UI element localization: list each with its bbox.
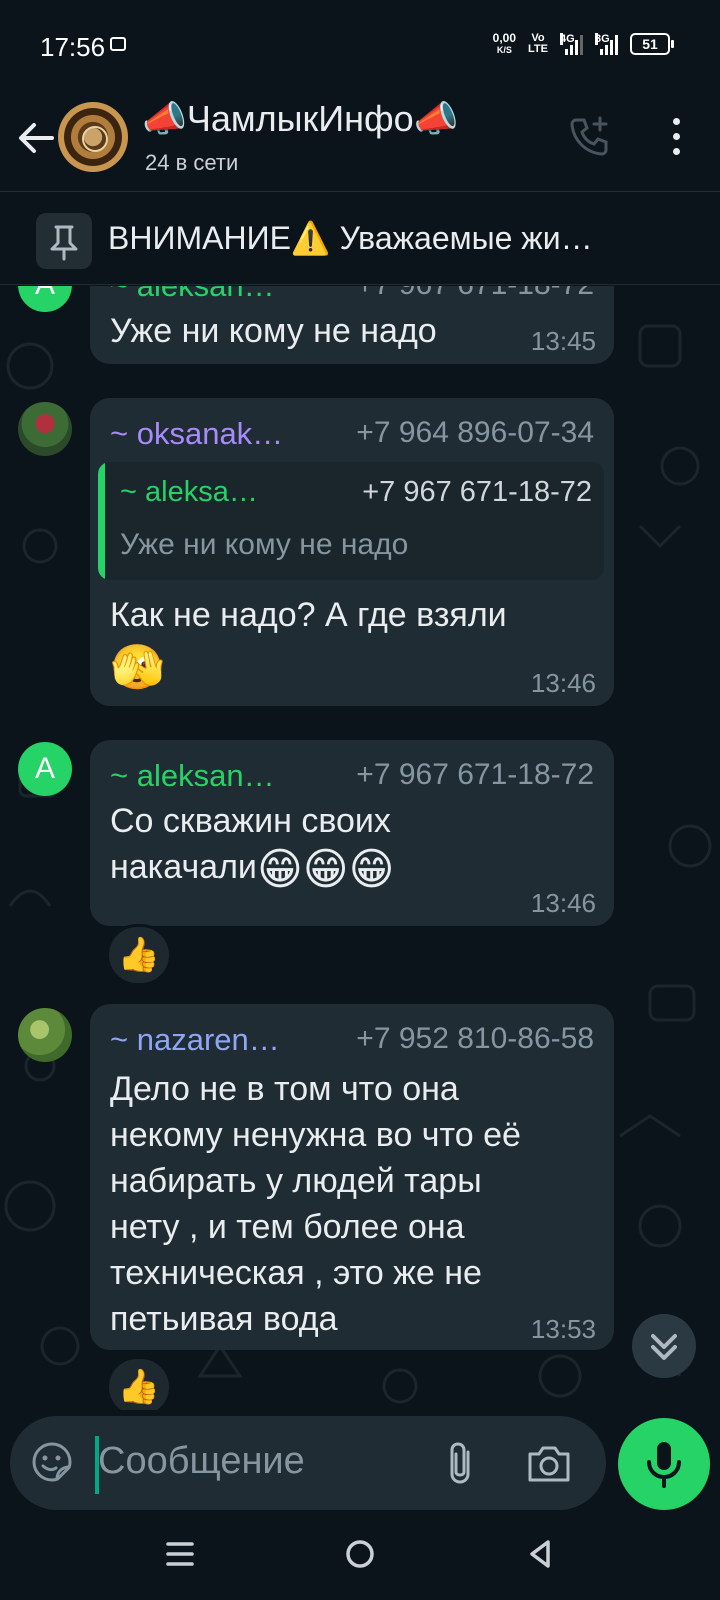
message-time: 13:53 [530,1314,596,1344]
message-emoji: 🫣 [110,643,165,692]
chat-messages-area[interactable]: A ~ aleksan… +7 967 671-18-72 Уже ни ком… [0,286,720,1410]
message-line: нету , и тем более она [110,1208,465,1246]
recent-apps-icon[interactable] [156,1530,204,1578]
sender-phone: +7 964 896-07-34 [356,416,594,449]
sender-phone: +7 967 671-18-72 [356,286,594,302]
message-line: Со скважин своих [110,802,391,840]
mic-icon [647,1442,681,1488]
group-title[interactable]: 📣ЧамлыкИнфо📣 [142,98,458,140]
sender-phone: +7 952 810-86-58 [356,1022,594,1055]
message-text: Со скважин своих накачали😁😁😁 [110,798,395,894]
message-text: Как не надо? А где взяли 🫣 [110,592,507,692]
quote-header: ~ aleksa… +7 967 671-18-72 [120,476,592,509]
sender-phone: +7 967 671-18-72 [356,758,594,791]
message-text: Уже ни кому не надо [110,312,437,350]
message-input[interactable]: Сообщение [98,1440,305,1483]
message-header: ~ aleksan… +7 967 671-18-72 [110,758,594,798]
pin-icon [36,213,92,269]
more-vert-icon[interactable] [656,118,696,162]
message-time: 13:46 [530,668,596,698]
pinned-message-text: ВНИМАНИЕ⚠️ Уважаемые жи… [108,220,593,256]
reaction-badge[interactable]: 👍 [106,1356,172,1410]
status-time: 17:56 [40,32,106,62]
volte-bottom: LTE [528,43,548,55]
sender-avatar[interactable] [18,1008,72,1062]
message-line: накачали😁😁😁 [110,844,395,894]
quote-phone: +7 967 671-18-72 [362,476,592,508]
signal-sim1-icon: 4G [560,33,583,55]
paperclip-icon[interactable] [442,1440,482,1488]
message-line: некому ненужна во что её [110,1116,521,1154]
message-composer: Сообщение [10,1416,606,1510]
message-bubble[interactable]: ~ nazaren… +7 952 810-86-58 Дело не в то… [90,1004,614,1350]
chat-header: 📣ЧамлыкИнфо📣 24 в сети [0,92,720,192]
sender-avatar[interactable]: A [18,742,72,796]
message-line: Дело не в том что она [110,1070,459,1108]
back-nav-icon[interactable] [516,1530,564,1578]
message-line: техническая , это же не [110,1254,482,1292]
message-emoji: 😁😁😁 [256,845,395,894]
reaction-badge[interactable]: 👍 [106,924,172,986]
sender-name[interactable]: ~ nazaren… [110,1022,280,1057]
network-speed: 0,00 K/S [493,32,516,56]
message-line: петьивая вода [110,1300,338,1338]
status-bar: 17:56 0,00 K/S Vo LTE 4G 3G 51 [0,0,720,92]
call-add-icon[interactable] [566,112,614,160]
message-bubble[interactable]: ~ aleksan… +7 967 671-18-72 Уже ни кому … [90,286,614,364]
battery-icon: 51 [630,33,674,55]
sender-avatar[interactable] [18,402,72,456]
sender-name[interactable]: ~ aleksan… [110,758,275,793]
screenshot-indicator-icon [110,37,126,51]
sim2-type: 3G [595,33,610,45]
message-header: ~ aleksan… +7 967 671-18-72 [110,286,594,308]
quoted-message[interactable]: ~ aleksa… +7 967 671-18-72 Уже ни кому н… [98,462,604,580]
message-text: Дело не в том что она некому ненужна во … [110,1066,521,1342]
scroll-to-bottom-button[interactable] [632,1314,696,1378]
message-line-text: накачали [110,848,257,886]
chevron-double-down-icon [651,1334,677,1360]
network-speed-unit: K/S [496,45,512,55]
status-indicators: 0,00 K/S Vo LTE 4G 3G 51 [493,32,674,56]
message-header: ~ nazaren… +7 952 810-86-58 [110,1022,594,1062]
arrow-left-icon[interactable] [14,116,58,160]
system-navigation-bar [0,1510,720,1600]
signal-sim2-icon: 3G [595,33,618,55]
message-header: ~ oksanak… +7 964 896-07-34 [110,416,594,456]
pinned-message-bar[interactable]: ВНИМАНИЕ⚠️ Уважаемые жи… [0,193,720,285]
volte-indicator: Vo LTE [528,33,548,55]
home-icon[interactable] [336,1530,384,1578]
sim1-type: 4G [560,33,575,45]
message-bubble[interactable]: ~ oksanak… +7 964 896-07-34 ~ aleksa… +7… [90,398,614,706]
camera-icon[interactable] [526,1442,572,1484]
network-speed-value: 0,00 [492,31,517,45]
group-avatar[interactable] [58,102,128,172]
mic-button[interactable] [618,1418,710,1510]
message-time: 13:45 [530,326,596,356]
sender-name[interactable]: ~ aleksan… [110,286,275,303]
message-time: 13:46 [530,888,596,918]
online-count: 24 в сети [145,150,239,175]
message-line: набирать у людей тары [110,1162,482,1200]
message-line: Как не надо? А где взяли [110,596,507,634]
quote-text: Уже ни кому не надо [120,528,409,561]
sticker-icon[interactable] [30,1440,74,1484]
quote-sender: ~ aleksa… [120,476,258,508]
sender-name[interactable]: ~ oksanak… [110,416,283,451]
message-bubble[interactable]: ~ aleksan… +7 967 671-18-72 Со скважин с… [90,740,614,926]
